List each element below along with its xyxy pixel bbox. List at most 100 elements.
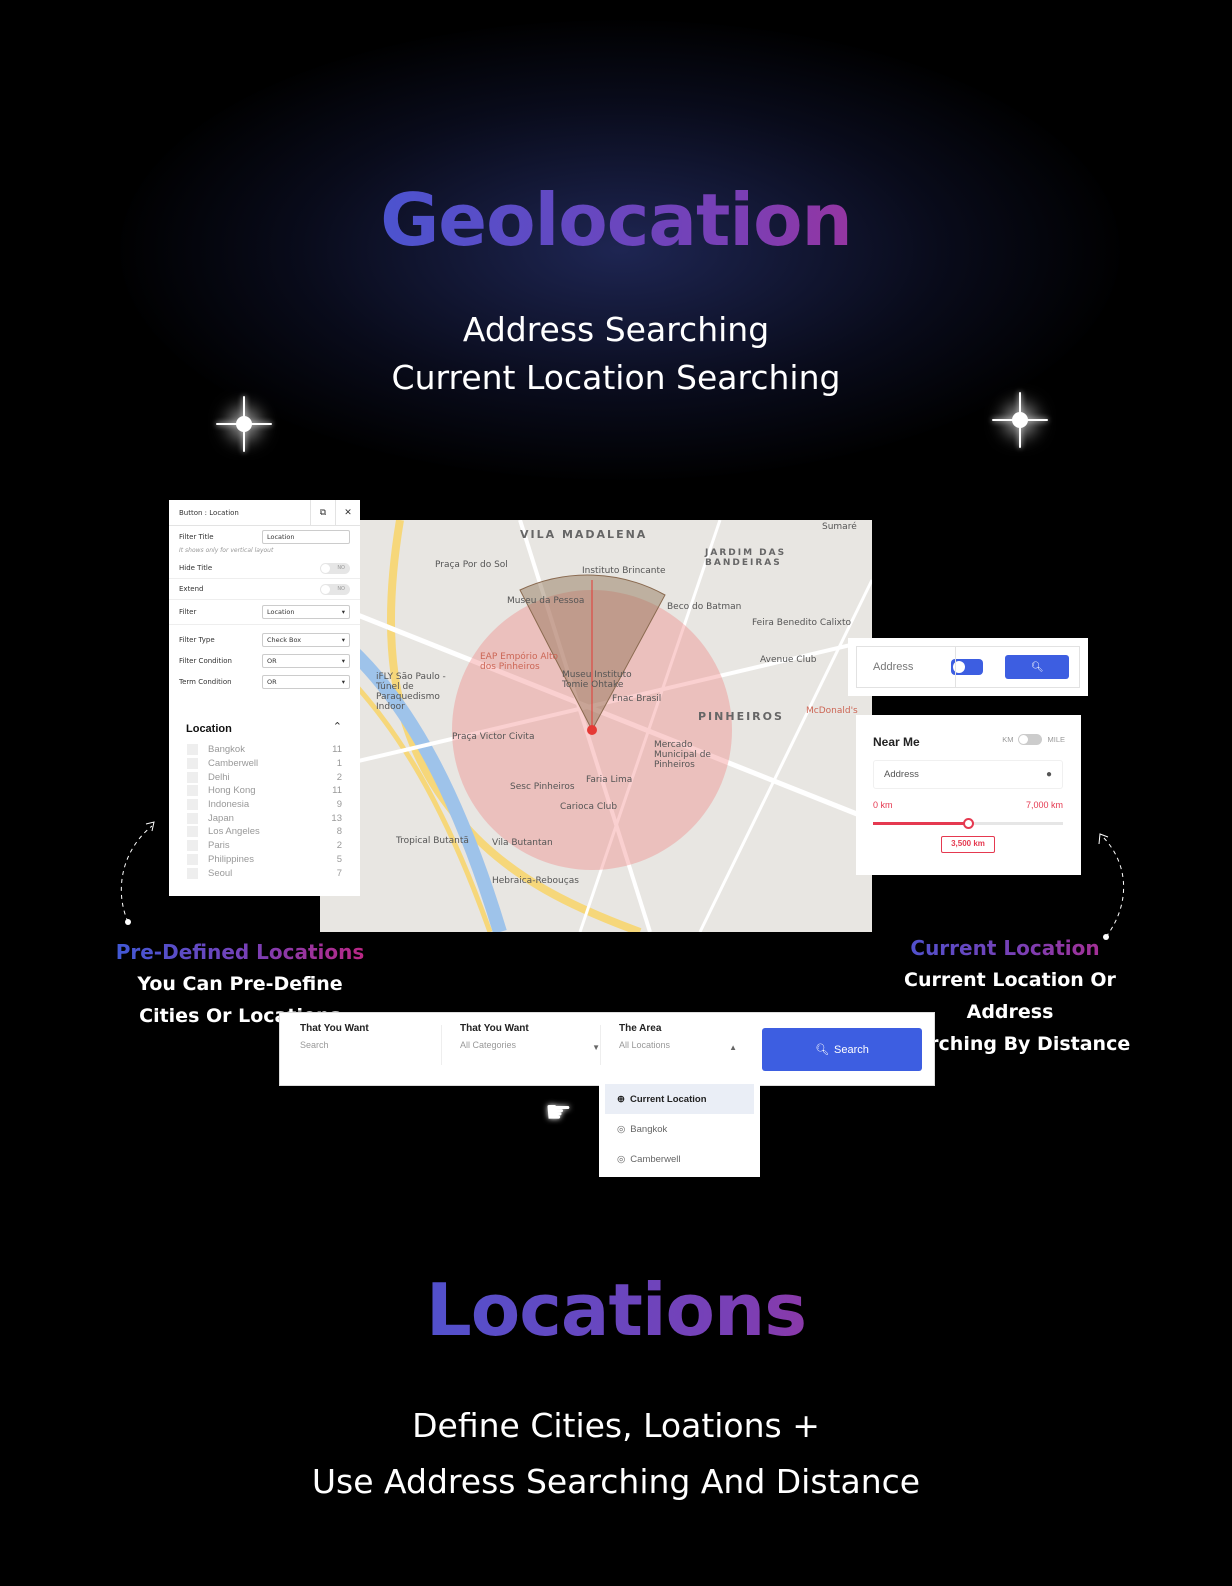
label: Filter — [179, 608, 197, 616]
keyword-field[interactable]: That You Want Search — [300, 1023, 440, 1071]
location-item[interactable]: Philippines 5 — [169, 853, 360, 867]
map-label: Fnac Brasil — [612, 694, 662, 704]
close-icon[interactable]: ✕ — [335, 500, 360, 526]
filter-title-input[interactable]: Location — [262, 529, 350, 544]
label: Extend — [179, 585, 204, 593]
checkbox[interactable] — [187, 785, 198, 797]
checkbox[interactable] — [187, 826, 198, 838]
location-name: Camberwell — [208, 758, 259, 770]
location-count: 2 — [336, 840, 342, 852]
near-me-title: Near Me — [873, 735, 920, 749]
select-value: OR — [267, 677, 277, 686]
map-label: Avenue Club — [760, 655, 817, 665]
chevron-up-icon[interactable]: ⌃ — [333, 720, 342, 733]
location-name: Seoul — [208, 867, 233, 879]
checkbox[interactable] — [187, 853, 198, 865]
map-label: Sesc Pinheiros — [510, 782, 575, 792]
location-name: Hong Kong — [208, 785, 256, 797]
checkbox[interactable] — [187, 812, 198, 824]
dashed-arrow-icon — [120, 821, 155, 925]
checkbox[interactable] — [187, 840, 198, 852]
hero-subtitle-1: Address Searching — [462, 310, 770, 349]
dashed-arrow-icon — [1098, 833, 1125, 940]
area-select[interactable]: The Area All Locations ▲ — [619, 1023, 737, 1071]
location-item[interactable]: Hong Kong 11 — [169, 784, 360, 798]
map-label: Feira Benedito Calixto — [752, 618, 852, 628]
pointing-hand-icon: ☚ — [545, 1095, 572, 1130]
map-label: Instituto Brincante — [582, 566, 666, 576]
footer-line-1: Define Cities, Loations + — [412, 1406, 820, 1445]
checkbox[interactable] — [187, 867, 198, 879]
search-button[interactable]: 🔍︎ — [1005, 655, 1070, 679]
search-icon: 🔍︎ — [1031, 661, 1044, 673]
filter-type-select[interactable]: Check Box ▾ — [262, 632, 350, 647]
location-name: Philippines — [208, 853, 254, 865]
term-condition-select[interactable]: OR ▾ — [262, 674, 350, 689]
address-toggle[interactable] — [951, 659, 984, 675]
location-count: 1 — [336, 758, 342, 770]
near-me-address-input[interactable]: Address ● — [873, 760, 1063, 789]
location-item[interactable]: Japan 13 — [169, 811, 360, 825]
range-min: 0 km — [873, 800, 893, 810]
location-item[interactable]: Camberwell 1 — [169, 757, 360, 771]
location-name: Delhi — [208, 771, 230, 783]
location-item[interactable]: Paris 2 — [169, 839, 360, 853]
dropdown-item-bangkok[interactable]: ◎ Bangkok — [599, 1114, 760, 1144]
location-count: 2 — [336, 771, 342, 783]
map-pin-icon: ● — [1045, 769, 1052, 780]
callout-left-title: Pre-Defined Locations — [100, 936, 380, 968]
hint-text: It shows only for vertical layout — [179, 547, 274, 554]
field-value: All Locations — [619, 1040, 671, 1050]
map-label: McDonald's — [806, 706, 858, 716]
location-item[interactable]: Delhi 2 — [169, 770, 360, 784]
label: Filter Type — [179, 635, 215, 644]
hero-title: Geolocation — [0, 178, 1232, 262]
location-item[interactable]: Los Angeles 8 — [169, 825, 360, 839]
extend-toggle[interactable]: NO — [320, 583, 350, 595]
map[interactable]: VILA MADALENA JARDIM DAS BANDEIRAS PINHE… — [320, 520, 872, 932]
slider-handle[interactable] — [963, 818, 974, 829]
location-item[interactable]: Indonesia 9 — [169, 798, 360, 812]
category-select[interactable]: That You Want All Categories ▼ — [460, 1023, 600, 1071]
field-placeholder: Search — [300, 1040, 329, 1050]
location-name: Japan — [208, 812, 234, 824]
checkbox[interactable] — [187, 799, 198, 811]
item-label: Camberwell — [630, 1153, 681, 1165]
range-max: 7,000 km — [1025, 800, 1063, 810]
checkbox[interactable] — [187, 771, 198, 783]
filter-select[interactable]: Location ▾ — [262, 605, 350, 619]
distance-slider[interactable] — [873, 818, 1063, 829]
location-item[interactable]: Seoul 7 — [169, 866, 360, 880]
label: Filter Title — [179, 532, 214, 541]
map-district: PINHEIROS — [698, 710, 784, 723]
hide-title-toggle[interactable]: NO — [320, 562, 350, 574]
copy-icon[interactable]: ⧉ — [310, 500, 335, 526]
map-pin-icon: ◎ — [617, 1123, 626, 1135]
address-widget: Address 🔍︎ — [848, 638, 1088, 696]
button-label: Search — [834, 1043, 869, 1056]
footer-title: Locations — [0, 1268, 1232, 1352]
map-label: Tropical Butantã — [396, 836, 469, 846]
label: Hide Title — [179, 564, 213, 572]
address-placeholder: Address — [884, 769, 919, 780]
search-submit-button[interactable]: 🔍︎ Search — [762, 1028, 922, 1071]
map-label: EAP Empório Alto dos Pinheiros — [480, 652, 559, 672]
checkbox[interactable] — [187, 744, 198, 756]
location-item[interactable]: Bangkok 11 — [169, 743, 360, 757]
filter-condition-select[interactable]: OR ▾ — [262, 653, 350, 668]
footer-line-2: Use Address Searching And Distance — [311, 1462, 921, 1501]
field-label: The Area — [619, 1023, 662, 1034]
checkbox[interactable] — [187, 758, 198, 770]
location-count: 5 — [336, 853, 342, 865]
address-label: Address — [873, 661, 914, 673]
caret-up-icon: ▲ — [729, 1043, 737, 1052]
dropdown-item-current-location[interactable]: ⊕ Current Location — [605, 1084, 754, 1114]
map-label: Museu Instituto Tomie Ohtake — [562, 670, 632, 690]
label: Filter Condition — [179, 656, 232, 665]
dropdown-item-camberwell[interactable]: ◎ Camberwell — [599, 1144, 760, 1174]
map-label: Sumaré — [822, 522, 857, 532]
unit-toggle[interactable] — [1018, 734, 1043, 745]
panel-header: Button : Location — [179, 508, 239, 517]
select-value: Check Box — [267, 635, 302, 644]
location-list-title: Location — [186, 723, 232, 735]
